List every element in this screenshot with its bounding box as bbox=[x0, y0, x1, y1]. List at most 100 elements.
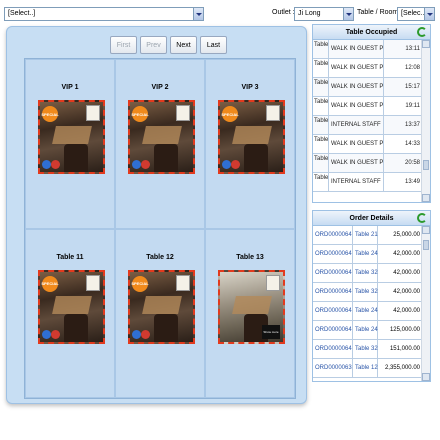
order-details-panel: Order Details ORD000006432 Table 21 25,0… bbox=[312, 210, 431, 382]
table-name: Table 12 bbox=[146, 253, 174, 261]
table-photo[interactable]: SPECIAL bbox=[38, 100, 105, 174]
order-id-link[interactable]: ORD000006418 bbox=[313, 283, 353, 301]
table-row[interactable]: ORD000006409 Table 32 151,000.00 bbox=[313, 340, 430, 359]
table-room-label: Table / Room : bbox=[357, 9, 403, 16]
table-row[interactable]: Table 32 WALK IN GUEST POS 15:17 bbox=[313, 78, 430, 97]
table-row[interactable]: Table 12 WALK IN GUEST POS 14:33 bbox=[313, 135, 430, 154]
order-id-link[interactable]: ORD000006432 bbox=[313, 226, 353, 244]
order-table-link[interactable]: Table 24 bbox=[353, 321, 378, 339]
order-table-link[interactable]: Table 32 bbox=[353, 264, 378, 282]
chevron-down-icon[interactable] bbox=[193, 8, 203, 20]
top-bar: [Select..] Outlet : Ji Long Table / Room… bbox=[0, 0, 440, 22]
table-row[interactable]: ORD000006412 Table 24 125,000.00 bbox=[313, 321, 430, 340]
order-amount: 151,000.00 bbox=[389, 346, 420, 352]
table-row[interactable]: ORD000006421 Table 32 42,000.00 bbox=[313, 264, 430, 283]
table-occupied-header: Table Occupied bbox=[313, 25, 430, 40]
next-page-button[interactable]: Next bbox=[170, 36, 197, 54]
scroll-down-icon[interactable] bbox=[422, 373, 430, 381]
occupied-source: WALK IN GUEST POS bbox=[329, 59, 384, 77]
table-name: VIP 3 bbox=[241, 84, 259, 91]
order-rows: ORD000006432 Table 21 25,000.00 ORD00000… bbox=[313, 226, 430, 378]
outlet-select[interactable]: Ji Long bbox=[294, 7, 354, 21]
order-id-link[interactable]: ORD000006412 bbox=[313, 321, 353, 339]
table-photo[interactable]: SPECIAL bbox=[128, 269, 195, 344]
occupied-time: 13:49 bbox=[404, 179, 420, 185]
balloons-icon bbox=[132, 329, 152, 340]
occupied-time: 14:33 bbox=[404, 141, 420, 147]
order-table-link[interactable]: Table 24 bbox=[353, 245, 378, 263]
table-card[interactable]: VIP 2 SPECIAL bbox=[115, 59, 205, 229]
occupied-table: Table 24 bbox=[313, 116, 329, 134]
table-grid: VIP 1 SPECIAL VIP 2 SPECIAL VIP 3 SPECIA… bbox=[24, 58, 296, 399]
first-page-button[interactable]: First bbox=[110, 36, 137, 54]
table-row[interactable]: Table 31 WALK IN GUEST POS 12:08 bbox=[313, 59, 430, 78]
prev-page-button[interactable]: Prev bbox=[140, 36, 167, 54]
order-id-link[interactable]: ORD000006423 bbox=[313, 245, 353, 263]
promo-sign: Show more bbox=[262, 324, 280, 339]
scroll-thumb[interactable] bbox=[423, 240, 429, 250]
occupied-time: 20:58 bbox=[404, 160, 420, 166]
calendar-icon bbox=[86, 105, 100, 121]
last-page-button[interactable]: Last bbox=[200, 36, 227, 54]
scroll-up-icon[interactable] bbox=[422, 226, 430, 234]
balloons-icon bbox=[222, 160, 242, 170]
table-card[interactable]: Table 13 Show more bbox=[205, 228, 295, 398]
calendar-icon bbox=[266, 105, 280, 121]
table-row[interactable]: Table 33 WALK IN GUEST POS 19:11 bbox=[313, 97, 430, 116]
order-id-link[interactable]: ORD000006415 bbox=[313, 302, 353, 320]
table-photo[interactable]: SPECIAL bbox=[38, 269, 105, 344]
order-id-link[interactable]: ORD000006409 bbox=[313, 340, 353, 358]
table-room-select[interactable]: [Selec..] bbox=[397, 7, 435, 21]
table-card[interactable]: Table 11 SPECIAL bbox=[25, 228, 115, 398]
table-photo[interactable]: SPECIAL bbox=[128, 100, 195, 174]
order-table-link[interactable]: Table 32 bbox=[353, 283, 378, 301]
table-photo[interactable]: SPECIAL bbox=[218, 100, 285, 174]
table-card[interactable]: Table 12 SPECIAL bbox=[115, 228, 205, 398]
order-scrollbar[interactable] bbox=[421, 226, 430, 381]
main-select[interactable]: [Select..] bbox=[4, 7, 204, 21]
calendar-icon bbox=[176, 105, 190, 121]
order-table-link[interactable]: Table 24 bbox=[353, 302, 378, 320]
scroll-down-icon[interactable] bbox=[422, 194, 430, 202]
order-details-title: Order Details bbox=[349, 214, 394, 222]
scroll-up-icon[interactable] bbox=[422, 40, 430, 48]
table-card[interactable]: VIP 3 SPECIAL bbox=[205, 59, 295, 229]
balloons-icon bbox=[42, 160, 62, 170]
table-card[interactable]: VIP 1 SPECIAL bbox=[25, 59, 115, 229]
table-row[interactable]: Table 14 INTERNAL STAFF 13:49 bbox=[313, 173, 430, 192]
occupied-scrollbar[interactable] bbox=[421, 40, 430, 202]
table-photo[interactable]: Show more bbox=[218, 269, 285, 344]
order-table-link[interactable]: Table 21 bbox=[353, 226, 378, 244]
scroll-thumb[interactable] bbox=[423, 160, 429, 170]
table-row[interactable]: ORD000006432 Table 21 25,000.00 bbox=[313, 226, 430, 245]
table-top-shape bbox=[232, 295, 272, 314]
occupied-table: Table 12 bbox=[313, 135, 329, 153]
order-table-link[interactable]: Table 32 bbox=[353, 340, 378, 358]
chair-shape bbox=[244, 144, 268, 172]
table-row[interactable]: ORD000006394 Table 12 2,355,000.00 bbox=[313, 359, 430, 378]
table-row[interactable]: ORD000006423 Table 24 42,000.00 bbox=[313, 245, 430, 264]
table-row[interactable]: ORD000006418 Table 32 42,000.00 bbox=[313, 283, 430, 302]
order-id-link[interactable]: ORD000006421 bbox=[313, 264, 353, 282]
chevron-down-icon[interactable] bbox=[343, 8, 353, 20]
refresh-icon[interactable] bbox=[417, 27, 427, 37]
table-row[interactable]: Table 32 WALK IN GUEST POS 20:58 bbox=[313, 154, 430, 173]
calendar-icon bbox=[266, 274, 280, 291]
refresh-icon[interactable] bbox=[417, 213, 427, 223]
table-layout-panel: First Prev Next Last VIP 1 SPECIAL VIP 2… bbox=[6, 26, 307, 404]
order-details-list: ORD000006432 Table 21 25,000.00 ORD00000… bbox=[313, 226, 430, 381]
table-name: Table 13 bbox=[236, 253, 264, 261]
occupied-time: 19:11 bbox=[405, 103, 420, 109]
table-row[interactable]: ORD000006415 Table 24 42,000.00 bbox=[313, 302, 430, 321]
table-occupied-list: Table 11 WALK IN GUEST POS 13:11 Table 3… bbox=[313, 40, 430, 202]
table-row[interactable]: Table 11 WALK IN GUEST POS 13:11 bbox=[313, 40, 430, 59]
promo-sticker: SPECIAL bbox=[131, 275, 149, 292]
chevron-down-icon[interactable] bbox=[424, 8, 434, 20]
table-name: VIP 2 bbox=[151, 84, 169, 91]
table-top-shape bbox=[142, 126, 182, 144]
order-id-link[interactable]: ORD000006394 bbox=[313, 359, 353, 377]
order-table-link[interactable]: Table 12 bbox=[353, 359, 378, 377]
promo-sticker: SPECIAL bbox=[221, 106, 239, 122]
table-row[interactable]: Table 24 INTERNAL STAFF 13:37 bbox=[313, 116, 430, 135]
occupied-time: 12:08 bbox=[404, 65, 420, 71]
